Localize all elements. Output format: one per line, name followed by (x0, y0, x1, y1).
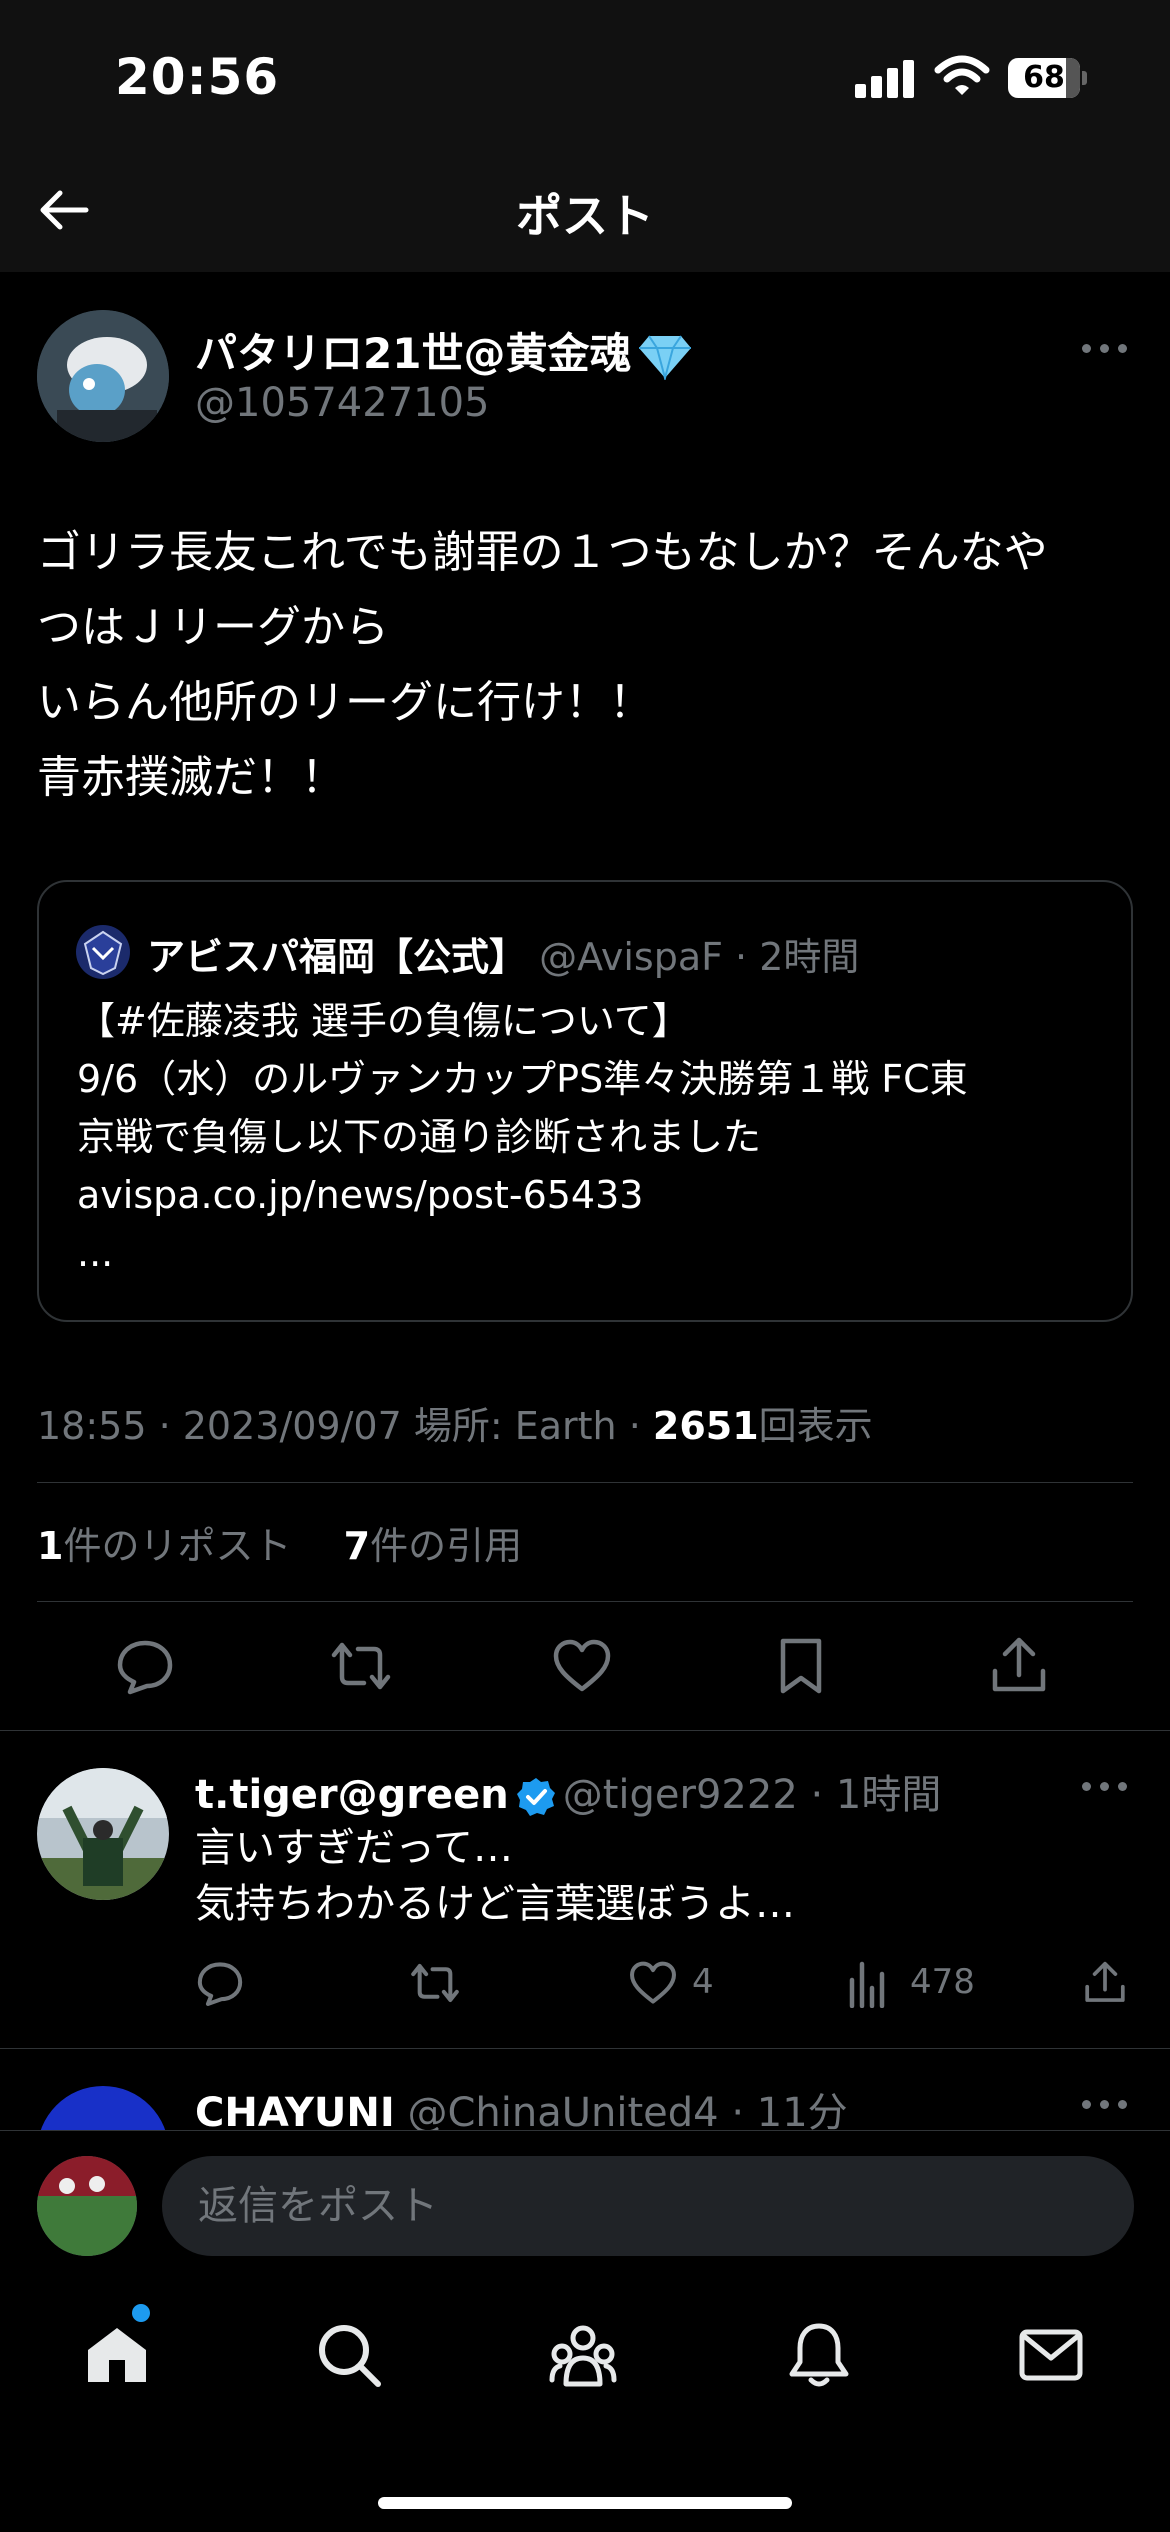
reply-meta: @tiger9222 · 1時間 (562, 1772, 942, 1818)
user-avatar[interactable] (37, 2156, 137, 2256)
share-icon[interactable] (988, 1635, 1050, 1697)
notifications-bell-icon[interactable] (784, 2320, 854, 2390)
bookmark-icon[interactable] (770, 1635, 832, 1697)
post-text-line: 青赤撲滅だ！！ (37, 752, 345, 803)
home-notification-dot (132, 2304, 150, 2322)
author-avatar[interactable] (37, 310, 169, 442)
bottom-tab-bar (0, 2280, 1170, 2532)
page-title: ポスト (516, 189, 654, 243)
post-text-line: つはＪリーグから (37, 602, 389, 653)
signal-icon (855, 60, 915, 98)
quote-line: 9/6（水）のルヴァンカップPS準々決勝第１戦 FC東 (77, 1057, 968, 1101)
like-icon[interactable] (551, 1635, 613, 1697)
divider (0, 2048, 1170, 2049)
battery-icon: 68 (1008, 58, 1088, 98)
post-meta: 18:55 · 2023/09/07 場所: Earth · 2651回表示 (37, 1395, 873, 1450)
reply-text-line: 気持ちわかるけど言葉選ぼうよ… (195, 1881, 795, 1927)
diamond-icon (639, 334, 692, 380)
reply-icon[interactable] (114, 1635, 176, 1697)
quotes-count: 7 (343, 1524, 371, 1568)
reposts-count: 1 (37, 1524, 64, 1568)
reply-text-line: 言いすぎだって… (195, 1825, 513, 1871)
status-bar: 20:56 68 (0, 0, 1170, 150)
reply-avatar[interactable] (37, 1768, 169, 1900)
reply-like-icon[interactable] (628, 1958, 678, 2008)
post-timestamp: 18:55 · 2023/09/07 場所: Earth · (37, 1404, 653, 1448)
quote-link[interactable]: avispa.co.jp/news/post-65433 (77, 1166, 1117, 1224)
home-indicator (378, 2497, 792, 2509)
quotes-stat[interactable]: 7件の引用 (344, 1524, 522, 1568)
divider (37, 1601, 1133, 1602)
reply-like-count: 4 (692, 1962, 714, 2002)
views-count: 2651 (652, 1404, 759, 1448)
post-text: ゴリラ長友これでも謝罪の１つもなしか？そんなや つはＪリーグから いらん他所のリ… (37, 515, 1147, 815)
quote-author-name: アビスパ福岡【公式】 (147, 935, 528, 979)
post-more-icon[interactable] (1082, 340, 1132, 356)
reposts-stat[interactable]: 1件のリポスト (37, 1524, 291, 1568)
reply-views-count: 478 (910, 1962, 975, 2002)
verified-badge-icon (516, 1778, 555, 1816)
quote-body: 【#佐藤凌我 選手の負傷について】 9/6（水）のルヴァンカップPS準々決勝第１… (77, 992, 1117, 1282)
messages-mail-icon[interactable] (1016, 2320, 1086, 2390)
quoted-post-card[interactable]: アビスパ福岡【公式】 @AvispaF · 2時間 【#佐藤凌我 選手の負傷につ… (37, 880, 1133, 1322)
communities-icon[interactable] (548, 2320, 618, 2390)
reposts-label: 件のリポスト (63, 1524, 292, 1568)
post-text-line: ゴリラ長友これでも謝罪の１つもなしか？そんなや (37, 527, 1048, 578)
divider (37, 1482, 1133, 1483)
post-text-line: いらん他所のリーグに行け！！ (37, 677, 653, 728)
quote-meta: @AvispaF · 2時間 (527, 935, 860, 979)
quote-header: アビスパ福岡【公式】 @AvispaF · 2時間 (147, 926, 859, 981)
quotes-label: 件の引用 (370, 1524, 523, 1568)
author-name-text: パタリロ21世@黄金魂 (195, 329, 632, 378)
post-stats: 1件のリポスト 7件の引用 (37, 1515, 522, 1570)
reply-input[interactable]: 返信をポスト (162, 2156, 1134, 2256)
avispa-logo-icon (76, 925, 130, 979)
reply-more-icon[interactable] (1082, 1778, 1132, 1794)
battery-level: 68 (1023, 60, 1065, 95)
search-icon[interactable] (314, 2320, 384, 2390)
reply-repost-icon[interactable] (410, 1958, 460, 2008)
reply-header: t.tiger@green @tiger9222 · 1時間 (195, 1762, 941, 1820)
reply-more-icon[interactable] (1082, 2096, 1132, 2112)
reply-composer: 返信をポスト (0, 2130, 1170, 2280)
author-name[interactable]: パタリロ21世@黄金魂 (195, 320, 693, 381)
quote-line: 【#佐藤凌我 選手の負傷について】 (77, 999, 690, 1043)
reply-reply-icon[interactable] (195, 1958, 245, 2008)
views-label: 回表示 (758, 1404, 873, 1448)
reply-author-name[interactable]: t.tiger@green (195, 1772, 509, 1818)
wifi-icon (934, 55, 990, 95)
reply-views-icon[interactable] (846, 1958, 890, 2008)
author-handle[interactable]: @1057427105 (195, 380, 490, 426)
quote-ellipsis: ... (77, 1231, 114, 1275)
reply-share-icon[interactable] (1082, 1958, 1128, 2008)
nav-header: ポスト (0, 150, 1170, 272)
reply-text: 言いすぎだって… 気持ちわかるけど言葉選ぼうよ… (195, 1820, 795, 1932)
repost-icon[interactable] (330, 1635, 392, 1697)
home-icon[interactable] (82, 2320, 152, 2390)
divider (0, 1730, 1170, 1731)
quote-line: 京戦で負傷し以下の通り診断されました (77, 1115, 762, 1159)
status-time: 20:56 (115, 48, 280, 106)
